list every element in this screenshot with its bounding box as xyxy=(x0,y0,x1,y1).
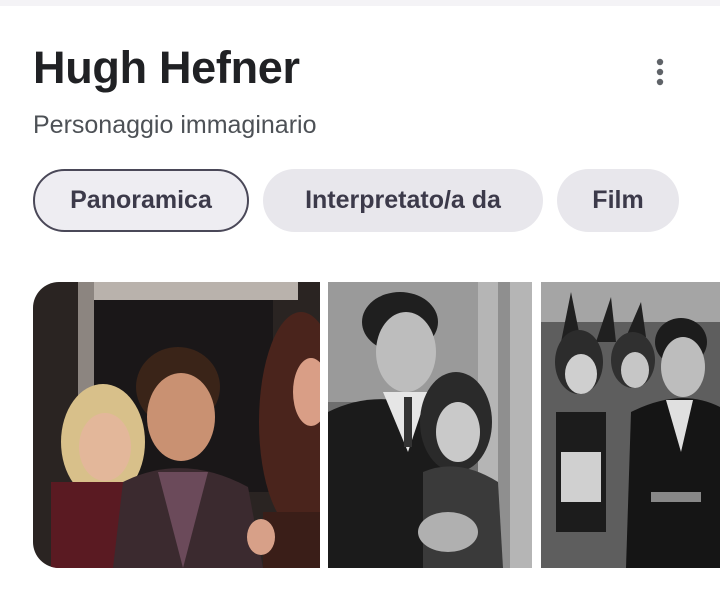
image-thumbnail-2[interactable] xyxy=(328,282,532,568)
image-thumbnail-1[interactable] xyxy=(33,282,320,568)
tab-chips: Panoramica Interpretato/a da Film xyxy=(33,169,679,232)
tab-panoramica[interactable]: Panoramica xyxy=(33,169,249,232)
image-carousel xyxy=(33,282,720,568)
top-divider xyxy=(0,0,720,6)
tab-label: Interpretato/a da xyxy=(305,186,501,214)
image-thumbnail-3[interactable] xyxy=(541,282,720,568)
knowledge-panel: Hugh Hefner Personaggio immaginario Pano… xyxy=(0,0,720,599)
more-vert-icon xyxy=(656,58,664,86)
tab-interpretato-da[interactable]: Interpretato/a da xyxy=(263,169,543,232)
tab-film[interactable]: Film xyxy=(557,169,679,232)
page-title: Hugh Hefner xyxy=(33,42,300,93)
tab-label: Panoramica xyxy=(70,186,212,214)
page-subtitle: Personaggio immaginario xyxy=(33,111,317,139)
more-options-button[interactable] xyxy=(640,52,680,92)
tab-label: Film xyxy=(592,186,644,214)
